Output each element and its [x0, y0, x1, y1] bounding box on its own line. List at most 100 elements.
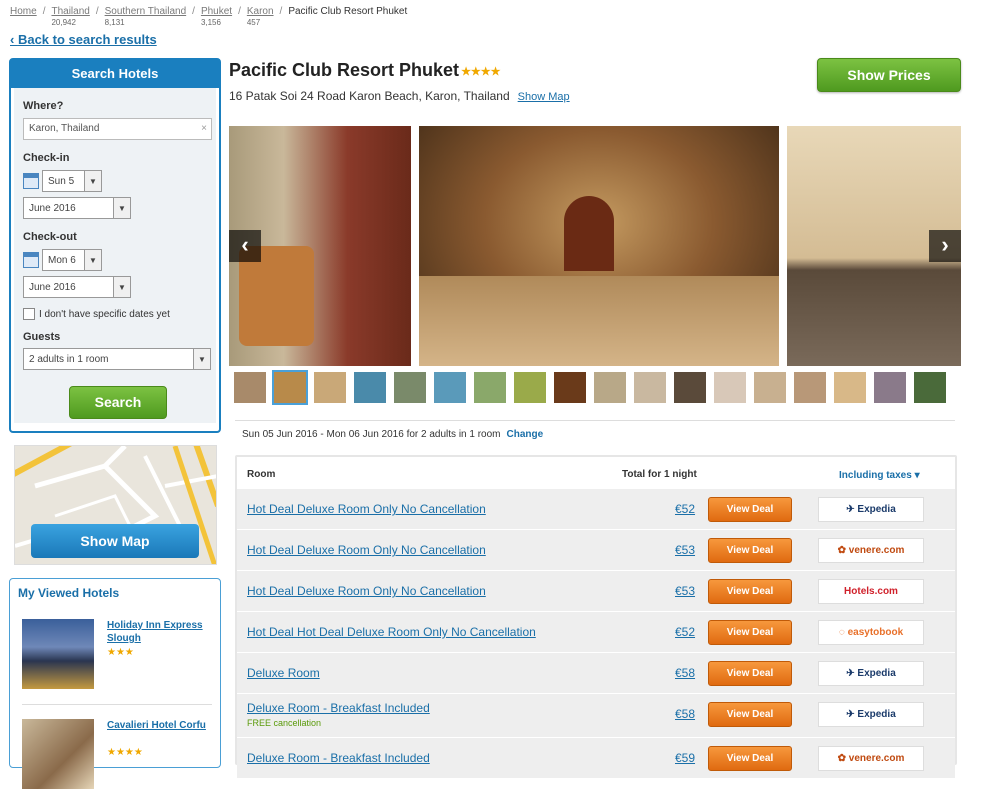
thumbnail[interactable]: [834, 372, 866, 403]
breadcrumb-count: 20,942: [51, 18, 76, 27]
hotel-thumbnail[interactable]: [22, 719, 94, 789]
checkout-label: Check-out: [23, 231, 77, 243]
thumbnail[interactable]: [594, 372, 626, 403]
provider-logo[interactable]: ✿ venere.com: [818, 746, 924, 771]
view-deal-button[interactable]: View Deal: [708, 661, 792, 686]
thumbnail[interactable]: [634, 372, 666, 403]
viewed-hotel-link[interactable]: Holiday Inn Express Slough: [107, 619, 207, 645]
provider-logo[interactable]: ✈ Expedia: [818, 702, 924, 727]
room-name-link[interactable]: Deluxe Room - Breakfast Included: [247, 701, 430, 715]
guests-select[interactable]: 2 adults in 1 room ▼: [23, 348, 211, 370]
show-map-button[interactable]: Show Map: [31, 524, 199, 558]
room-name-link[interactable]: Hot Deal Deluxe Room Only No Cancellatio…: [247, 584, 486, 598]
guests-label: Guests: [23, 331, 61, 343]
thumbnail[interactable]: [794, 372, 826, 403]
divider: [235, 420, 955, 421]
thumbnail[interactable]: [474, 372, 506, 403]
checkin-month-select[interactable]: June 2016 ▼: [23, 197, 131, 219]
price-link[interactable]: €59: [675, 751, 695, 765]
hotel-thumbnail[interactable]: [22, 619, 94, 689]
thumbnail[interactable]: [874, 372, 906, 403]
thumbnail[interactable]: [754, 372, 786, 403]
price-link[interactable]: €52: [675, 625, 695, 639]
show-map-link[interactable]: Show Map: [518, 91, 570, 103]
breadcrumb-home[interactable]: Home: [10, 6, 37, 17]
easytobook-icon: ◌: [838, 627, 848, 638]
thumbnail[interactable]: [394, 372, 426, 403]
view-deal-button[interactable]: View Deal: [708, 497, 792, 522]
breadcrumb-karon[interactable]: Karon: [247, 6, 274, 17]
col-total: Total for 1 night: [622, 469, 697, 480]
thumbnail-selected[interactable]: [272, 370, 308, 405]
checkin-day-select[interactable]: Sun 5 ▼: [42, 170, 102, 192]
breadcrumb-southern-thailand[interactable]: Southern Thailand: [105, 6, 187, 17]
thumbnail[interactable]: [554, 372, 586, 403]
back-to-results-link[interactable]: ‹ Back to search results: [10, 32, 157, 47]
room-name-link[interactable]: Hot Deal Deluxe Room Only No Cancellatio…: [247, 502, 486, 516]
hotel-photo-main[interactable]: [419, 126, 779, 366]
room-name-link[interactable]: Deluxe Room: [247, 666, 320, 680]
checkout-day-select[interactable]: Mon 6 ▼: [42, 249, 102, 271]
thumbnail[interactable]: [434, 372, 466, 403]
free-cancellation-note: FREE cancellation: [247, 718, 322, 728]
table-row: Hot Deal Deluxe Room Only No Cancellatio…: [237, 488, 955, 529]
breadcrumb-phuket[interactable]: Phuket: [201, 6, 232, 17]
price-link[interactable]: €52: [675, 502, 695, 516]
taxes-dropdown[interactable]: Including taxes ▾: [839, 470, 920, 481]
thumbnail[interactable]: [674, 372, 706, 403]
view-deal-button[interactable]: View Deal: [708, 579, 792, 604]
price-link[interactable]: €58: [675, 666, 695, 680]
provider-logo[interactable]: ✈ Expedia: [818, 497, 924, 522]
view-deal-button[interactable]: View Deal: [708, 538, 792, 563]
thumbnail[interactable]: [314, 372, 346, 403]
table-header: Room Total for 1 night Including taxes ▾: [237, 457, 955, 488]
viewed-hotel-link[interactable]: Cavalieri Hotel Corfu: [107, 719, 207, 732]
price-link[interactable]: €53: [675, 584, 695, 598]
room-name-link[interactable]: Hot Deal Deluxe Room Only No Cancellatio…: [247, 543, 486, 557]
price-link[interactable]: €58: [675, 707, 695, 721]
thumbnail[interactable]: [714, 372, 746, 403]
breadcrumb-thailand[interactable]: Thailand: [51, 6, 89, 17]
room-name-link[interactable]: Hot Deal Hot Deal Deluxe Room Only No Ca…: [247, 625, 536, 639]
breadcrumb: Home / Thailand 20,942 / Southern Thailan…: [10, 6, 408, 27]
deals-table: Room Total for 1 night Including taxes ▾…: [235, 455, 957, 778]
where-input[interactable]: Karon, Thailand ×: [23, 118, 212, 140]
table-row: Hot Deal Deluxe Room Only No Cancellatio…: [237, 570, 955, 611]
thumbnail[interactable]: [914, 372, 946, 403]
calendar-icon[interactable]: [23, 252, 39, 268]
hotel-address: 16 Patak Soi 24 Road Karon Beach, Karon,…: [229, 89, 570, 103]
calendar-icon[interactable]: [23, 173, 39, 189]
star-rating: ★★★★: [461, 65, 501, 78]
divider: [22, 704, 212, 705]
chevron-down-icon: ▼: [84, 250, 101, 270]
table-row: Hot Deal Deluxe Room Only No Cancellatio…: [237, 529, 955, 570]
checkout-month-select[interactable]: June 2016 ▼: [23, 276, 131, 298]
expedia-icon: ✈: [846, 504, 858, 515]
provider-logo[interactable]: ◌ easytobook: [818, 620, 924, 645]
col-room: Room: [247, 469, 276, 480]
no-dates-checkbox[interactable]: [23, 308, 35, 320]
star-rating: ★★★: [107, 647, 134, 658]
search-button[interactable]: Search: [69, 386, 167, 419]
provider-logo[interactable]: ✿ venere.com: [818, 538, 924, 563]
breadcrumb-count: 3,156: [200, 18, 221, 27]
breadcrumb-count: 457: [246, 18, 261, 27]
view-deal-button[interactable]: View Deal: [708, 746, 792, 771]
thumbnail[interactable]: [514, 372, 546, 403]
show-prices-button[interactable]: Show Prices: [817, 58, 961, 92]
view-deal-button[interactable]: View Deal: [708, 702, 792, 727]
provider-logo[interactable]: ✈ Expedia: [818, 661, 924, 686]
view-deal-button[interactable]: View Deal: [708, 620, 792, 645]
thumbnail[interactable]: [234, 372, 266, 403]
change-dates-link[interactable]: Change: [507, 429, 544, 440]
clear-icon[interactable]: ×: [201, 119, 207, 139]
thumbnail[interactable]: [354, 372, 386, 403]
chevron-left-icon[interactable]: ‹: [229, 230, 261, 262]
provider-logo[interactable]: Hotels.com: [818, 579, 924, 604]
price-link[interactable]: €53: [675, 543, 695, 557]
venere-icon: ✿: [837, 753, 849, 764]
map-preview[interactable]: Show Map: [14, 445, 217, 565]
expedia-icon: ✈: [846, 709, 858, 720]
chevron-right-icon[interactable]: ›: [929, 230, 961, 262]
room-name-link[interactable]: Deluxe Room - Breakfast Included: [247, 751, 430, 765]
